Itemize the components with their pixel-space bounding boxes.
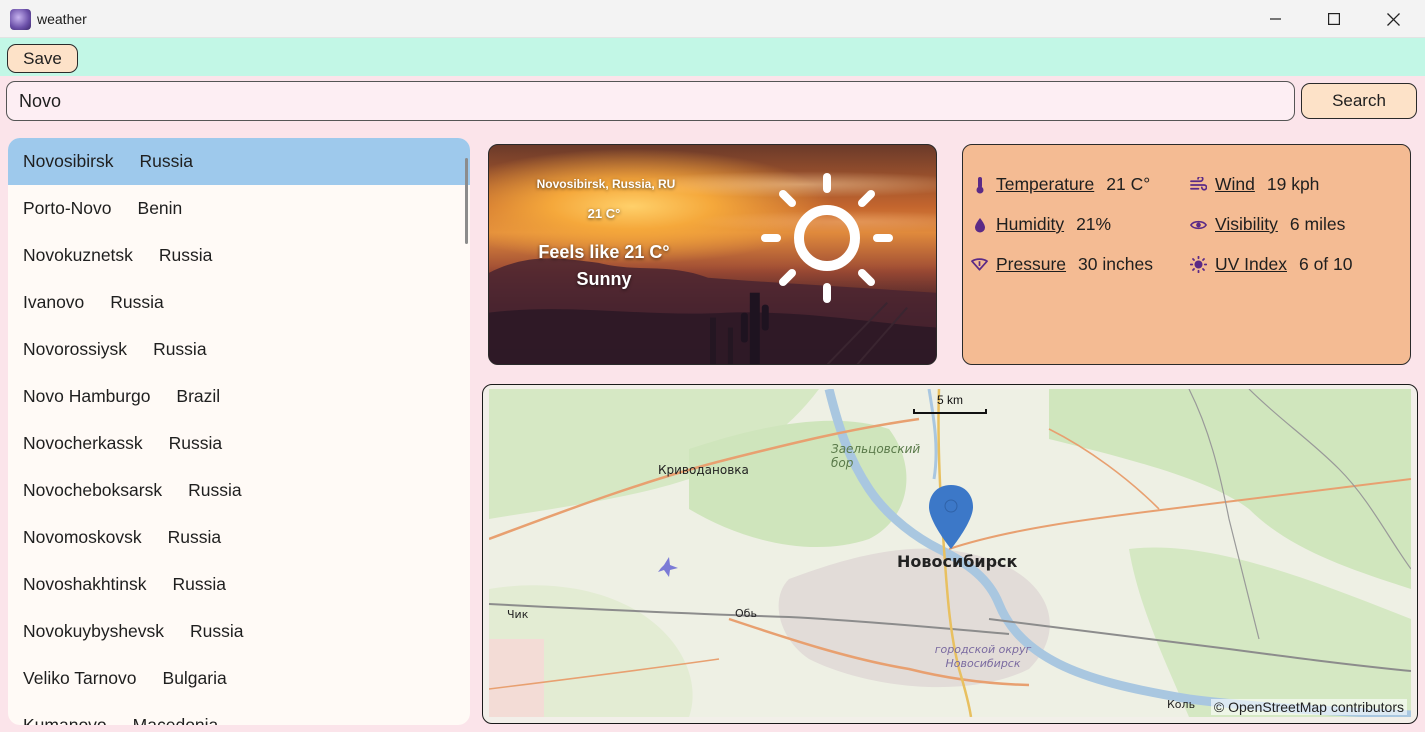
map-label-kol: Коль — [1167, 698, 1196, 711]
city-country: Russia — [172, 574, 227, 594]
wind-value: 19 kph — [1266, 174, 1320, 194]
detail-wind: Wind 19 kph — [1190, 174, 1319, 195]
humidity-label[interactable]: Humidity — [996, 214, 1064, 235]
city-list-item[interactable]: Kumanovo Macedonia — [8, 702, 470, 725]
city-country: Russia — [158, 245, 213, 265]
uv-sun-icon — [1190, 256, 1207, 273]
city-list-item[interactable]: Porto-Novo Benin — [8, 185, 470, 232]
temperature-label[interactable]: Temperature — [996, 174, 1094, 195]
city-list-item[interactable]: Veliko Tarnovo Bulgaria — [8, 655, 470, 702]
sun-icon — [761, 173, 893, 303]
droplet-icon — [971, 216, 988, 233]
city-list-item[interactable]: Ivanovo Russia — [8, 279, 470, 326]
city-country: Russia — [188, 480, 242, 500]
city-list-item[interactable]: Novomoskovsk Russia — [8, 514, 470, 561]
city-country: Benin — [137, 198, 183, 218]
search-input-value: Novo — [19, 90, 62, 111]
detail-uv-index: UV Index 6 of 10 — [1190, 254, 1353, 275]
minimize-button[interactable] — [1247, 0, 1305, 38]
uv-index-label[interactable]: UV Index — [1215, 254, 1287, 275]
city-country: Bulgaria — [162, 668, 227, 688]
humidity-value: 21% — [1076, 214, 1112, 234]
city-name: Novoshakhtinsk — [23, 574, 147, 594]
eye-icon — [1190, 216, 1207, 233]
map-label-city: Новосибирск — [897, 552, 1018, 571]
detail-visibility: Visibility 6 miles — [1190, 214, 1345, 235]
maximize-icon — [1328, 13, 1340, 25]
city-name: Porto-Novo — [23, 198, 112, 218]
city-name: Ivanovo — [23, 292, 85, 312]
pressure-icon — [971, 256, 988, 273]
close-icon — [1386, 12, 1400, 26]
city-country: Russia — [110, 292, 164, 312]
close-button[interactable] — [1364, 0, 1422, 38]
city-list-item[interactable]: Novokuybyshevsk Russia — [8, 608, 470, 655]
pressure-label[interactable]: Pressure — [996, 254, 1066, 275]
city-list-item[interactable]: Novoshakhtinsk Russia — [8, 561, 470, 608]
minimize-icon — [1270, 18, 1281, 20]
map-scale-bar — [913, 409, 987, 414]
map-label-ob: Обь — [735, 607, 757, 620]
city-country: Russia — [190, 621, 244, 641]
city-list-item[interactable]: Novosibirsk Russia — [8, 138, 470, 185]
window-title: weather — [37, 11, 87, 27]
search-input[interactable]: Novo — [6, 81, 1295, 121]
city-list-item[interactable]: Novo Hamburgo Brazil — [8, 373, 470, 420]
city-list-item[interactable]: Novorossiysk Russia — [8, 326, 470, 373]
weather-summary-card: Novosibirsk, Russia, RU 21 C° Feels like… — [488, 144, 937, 365]
visibility-label[interactable]: Visibility — [1215, 214, 1278, 235]
map-scale: 5 km — [913, 393, 987, 414]
weather-condition: Sunny — [576, 269, 632, 289]
city-name: Novocherkassk — [23, 433, 143, 453]
wind-icon — [1190, 176, 1207, 193]
save-button[interactable]: Save — [7, 44, 78, 73]
map-label-chik: Чик — [507, 608, 529, 621]
city-name: Novokuznetsk — [23, 245, 133, 265]
weather-details-card: Temperature 21 C° Wind 19 kph Humidity 2… — [962, 144, 1411, 365]
city-list[interactable]: Novosibirsk Russia Porto-Novo Benin Novokuzn… — [8, 138, 470, 725]
map-attribution[interactable]: © OpenStreetMap contributors — [1210, 699, 1407, 715]
city-list-item[interactable]: Novocherkassk Russia — [8, 420, 470, 467]
city-name: Novokuybyshevsk — [23, 621, 165, 641]
city-country: Russia — [153, 339, 207, 359]
maximize-button[interactable] — [1305, 0, 1363, 38]
city-list-item[interactable]: Novokuznetsk Russia — [8, 232, 470, 279]
wind-label[interactable]: Wind — [1215, 174, 1255, 195]
weather-temperature: 21 C° — [587, 206, 621, 221]
detail-temperature: Temperature 21 C° — [971, 174, 1150, 195]
pressure-value: 30 inches — [1078, 254, 1153, 274]
map-view[interactable]: Новосибирск Криводановка Заельцовский бо… — [482, 384, 1418, 724]
city-name: Novorossiysk — [23, 339, 128, 359]
weather-location: Novosibirsk, Russia, RU — [536, 177, 676, 191]
temperature-value: 21 C° — [1106, 174, 1151, 194]
toolbar: Save — [0, 38, 1425, 76]
city-list-item[interactable]: Novocheboksarsk Russia — [8, 467, 470, 514]
city-country: Russia — [168, 433, 223, 453]
city-country: Macedonia — [132, 715, 219, 725]
map-label-district: городской округ Новосибирск — [934, 643, 1032, 670]
visibility-value: 6 miles — [1289, 214, 1346, 234]
city-name: Veliko Tarnovo — [23, 668, 137, 688]
city-name: Novomoskovsk — [23, 527, 142, 547]
city-name: Novocheboksarsk — [23, 480, 163, 500]
thermometer-icon — [971, 176, 988, 193]
city-country: Russia — [139, 151, 193, 171]
detail-pressure: Pressure 30 inches — [971, 254, 1153, 275]
city-list-scrollbar[interactable] — [465, 158, 468, 244]
detail-humidity: Humidity 21% — [971, 214, 1111, 235]
map-label-krivodanovka: Криводановка — [658, 463, 749, 477]
city-name: Novo Hamburgo — [23, 386, 151, 406]
city-name: Novosibirsk — [23, 151, 114, 171]
title-bar: weather — [0, 0, 1425, 38]
uv-index-value: 6 of 10 — [1298, 254, 1353, 274]
weather-feels-like: Feels like 21 C° — [538, 242, 670, 262]
map-scale-label: 5 km — [936, 393, 963, 407]
app-logo-icon — [10, 9, 31, 30]
city-country: Brazil — [176, 386, 221, 406]
search-button[interactable]: Search — [1301, 83, 1417, 119]
map-label-forest: Заельцовский бор — [831, 442, 921, 470]
city-country: Russia — [167, 527, 222, 547]
city-name: Kumanovo — [23, 715, 107, 725]
